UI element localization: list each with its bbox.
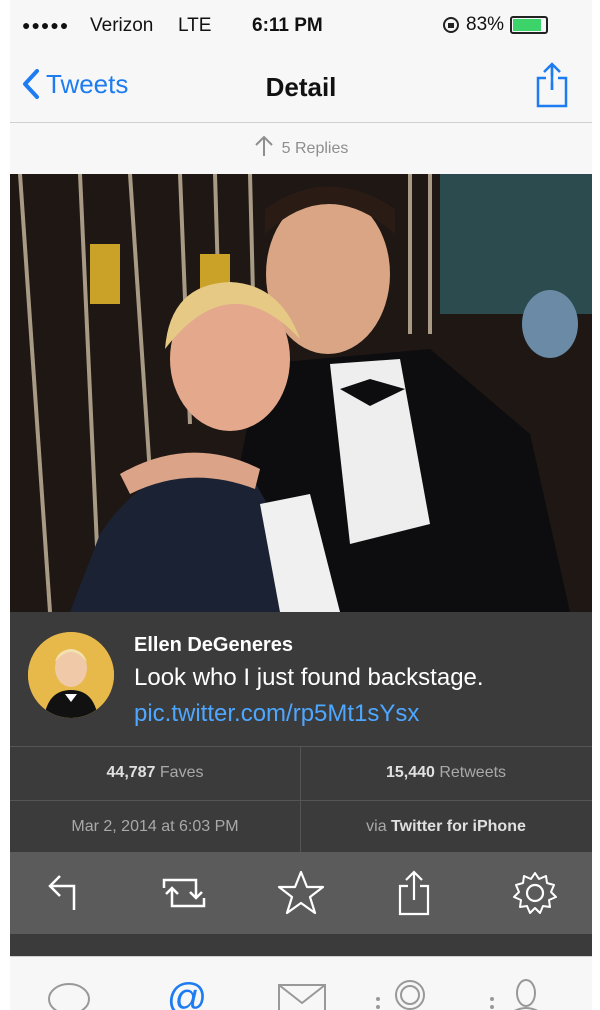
status-bar: ●●●●● Verizon LTE 6:11 PM 83%	[10, 0, 592, 54]
more-settings-button[interactable]	[510, 868, 560, 918]
favorite-icon	[277, 870, 325, 915]
mentions-icon: @	[167, 976, 208, 1010]
tab-bar: @	[10, 956, 592, 1010]
share-icon	[398, 870, 430, 916]
faves-count: 44,787	[106, 764, 156, 781]
tab-messages[interactable]	[276, 975, 328, 1010]
reply-icon	[48, 875, 76, 910]
tab-search[interactable]	[374, 975, 434, 1010]
tweet-media-link[interactable]: pic.twitter.com/rp5Mt1sYsx	[134, 700, 419, 728]
photo-illustration	[10, 174, 592, 612]
network-label: LTE	[178, 15, 212, 36]
retweet-icon	[162, 878, 206, 908]
settings-icon	[513, 872, 557, 914]
rotation-lock-icon	[443, 17, 459, 33]
via-prefix: via	[366, 818, 387, 835]
carrier-label: Verizon	[90, 15, 154, 36]
app-frame: ●●●●● Verizon LTE 6:11 PM 83% Tweets Det…	[10, 0, 592, 1010]
clock: 6:11 PM	[252, 15, 323, 36]
tweet-source: via Twitter for iPhone	[301, 801, 591, 853]
share-button[interactable]	[534, 62, 570, 113]
profile-icon	[490, 979, 538, 1010]
replies-link[interactable]: 5 Replies	[10, 124, 592, 174]
battery-percent: 83%	[466, 14, 505, 35]
tab-timeline[interactable]	[44, 975, 94, 1010]
faves-label: Faves	[159, 764, 204, 781]
tweet-actions-bar	[10, 852, 592, 934]
navigation-bar: Tweets Detail	[10, 54, 592, 123]
via-app[interactable]: Twitter for iPhone	[391, 818, 526, 835]
retweet-button[interactable]	[156, 868, 206, 918]
faves-stat[interactable]: 44,787 Faves	[10, 747, 300, 799]
page-title: Detail	[265, 72, 337, 102]
battery-area: 83%	[442, 14, 549, 36]
arrow-up-icon	[254, 135, 273, 156]
retweets-label: Retweets	[439, 764, 507, 781]
avatar[interactable]	[28, 632, 114, 718]
retweets-stat[interactable]: 15,440 Retweets	[301, 747, 591, 799]
search-icon	[376, 980, 425, 1010]
tweet-date: Mar 2, 2014 at 6:03 PM	[71, 818, 239, 835]
replies-label: 5 Replies	[281, 140, 349, 157]
favorite-button[interactable]	[276, 868, 326, 918]
tweet-stats: 44,787 Faves 15,440 Retweets Mar 2, 2014…	[10, 746, 592, 853]
signal-dots-icon: ●●●●●	[22, 17, 70, 33]
tab-mentions[interactable]: @	[162, 975, 212, 1010]
svg-text:@: @	[167, 976, 208, 1010]
divider-band	[10, 934, 592, 956]
tweet-photo[interactable]	[10, 174, 592, 612]
battery-icon	[510, 16, 549, 34]
tweet-panel: Ellen DeGeneres Look who I just found ba…	[10, 612, 592, 746]
tweet-text: Look who I just found backstage.	[134, 664, 484, 691]
tab-profile[interactable]	[488, 975, 548, 1010]
share-icon	[536, 62, 568, 108]
retweets-count: 15,440	[385, 764, 435, 781]
reply-button[interactable]	[42, 868, 92, 918]
messages-icon	[278, 984, 326, 1010]
author-name[interactable]: Ellen DeGeneres	[134, 634, 293, 657]
timeline-icon	[48, 983, 90, 1010]
share-tweet-button[interactable]	[394, 868, 444, 918]
